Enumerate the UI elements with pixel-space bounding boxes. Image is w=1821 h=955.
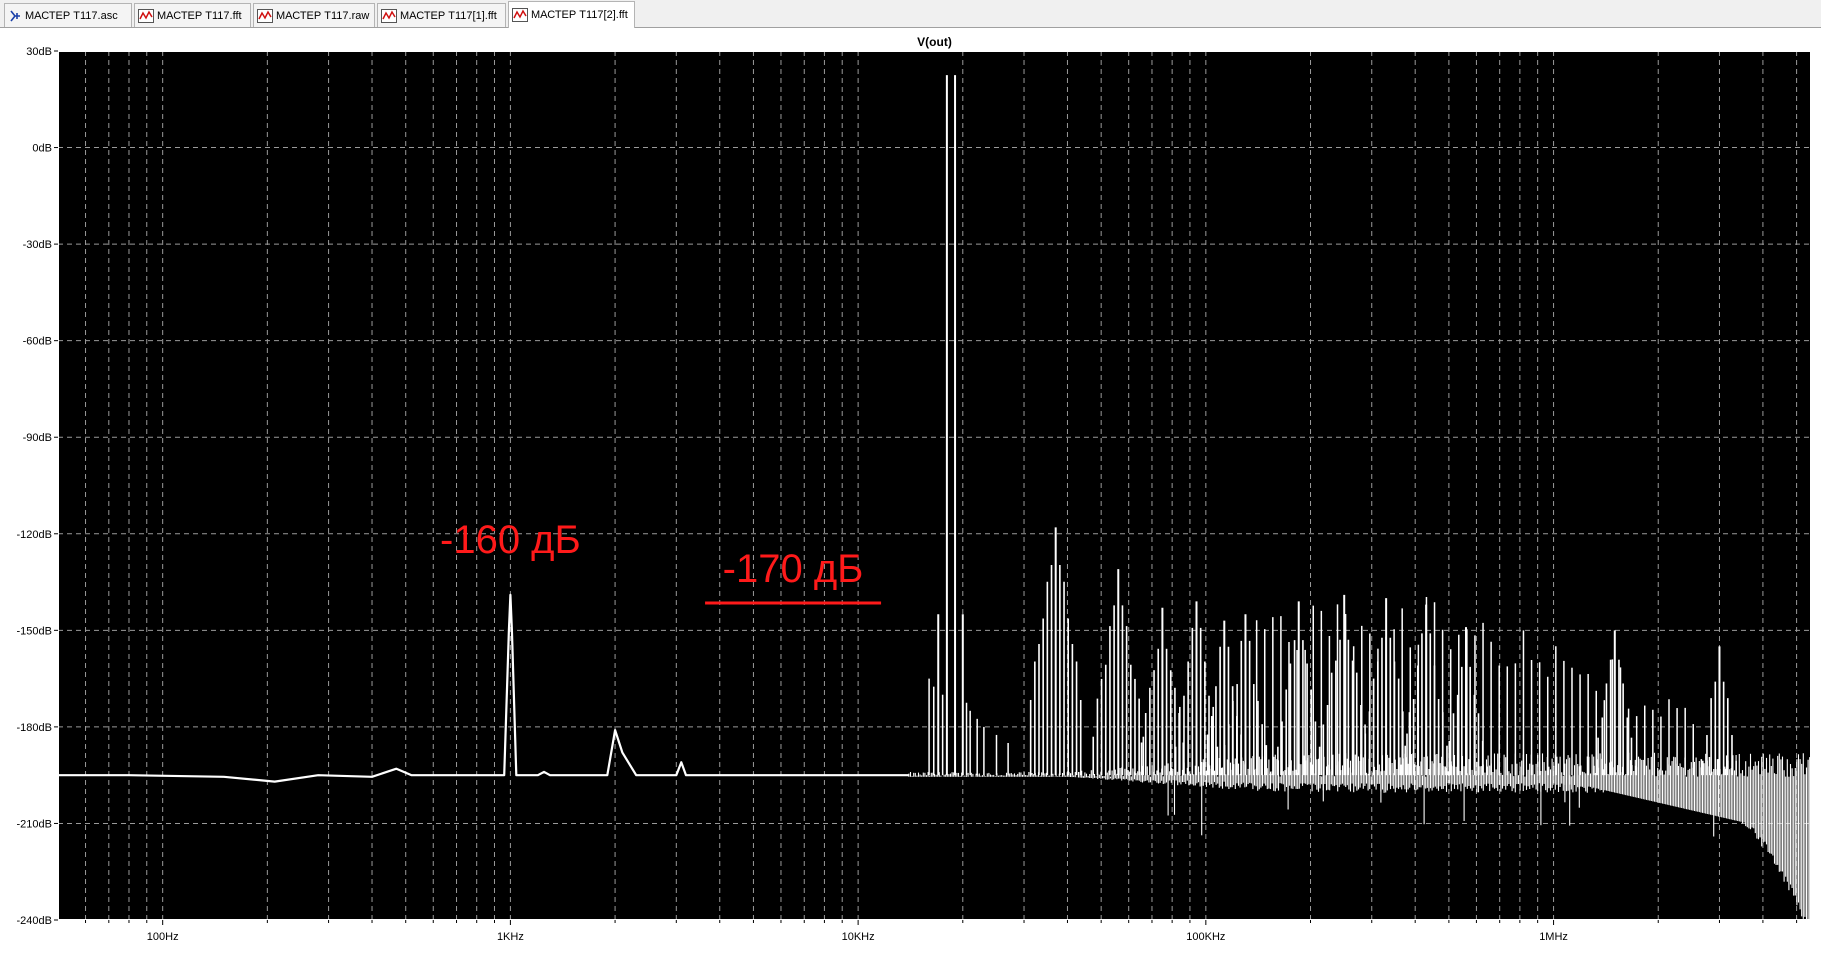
annotation-label: -170 дБ <box>723 547 864 591</box>
x-tick-label: 1KHz <box>497 931 524 943</box>
y-tick-label: -60dB <box>23 336 52 348</box>
y-tick-label: -30dB <box>23 239 52 251</box>
fft-plot[interactable]: V(out) 30dB 0dB -30dB -60dB -90dB -120dB -150d… <box>0 28 1821 950</box>
y-tick-label: 0dB <box>32 143 52 155</box>
waveform-icon <box>381 8 397 23</box>
y-tick-label: -120dB <box>17 529 52 541</box>
x-tick-label: 100KHz <box>1186 931 1225 943</box>
plot-title[interactable]: V(out) <box>917 35 952 49</box>
y-tick-label: -90dB <box>23 432 52 444</box>
tab-label: МАСТЕР Т117[1].fft <box>400 9 497 22</box>
tab-label: МАСТЕР Т117.asc <box>25 9 118 22</box>
tab-label: МАСТЕР Т117.raw <box>276 9 370 22</box>
document-tab[interactable]: МАСТЕР Т117.fft <box>134 3 251 27</box>
document-tab[interactable]: МАСТЕР Т117.asc <box>4 3 132 27</box>
x-tick-label: 100Hz <box>147 931 179 943</box>
waveform-viewer[interactable]: V(out) 30dB 0dB -30dB -60dB -90dB -120dB -150d… <box>0 28 1821 950</box>
document-tab[interactable]: МАСТЕР Т117[1].fft <box>377 3 506 27</box>
annotation-label: -160 дБ <box>440 518 581 562</box>
y-tick-label: -180dB <box>17 722 52 734</box>
waveform-icon <box>138 8 154 23</box>
waveform-icon <box>512 8 528 22</box>
tab-label: МАСТЕР Т117.fft <box>157 9 242 22</box>
tab-label: МАСТЕР Т117[2].fft <box>531 9 628 21</box>
waveform-icon <box>257 8 273 23</box>
document-tab[interactable]: МАСТЕР Т117.raw <box>253 3 375 27</box>
y-tick-label: -240dB <box>17 915 52 927</box>
plot-area[interactable] <box>58 51 1811 920</box>
x-tick-label: 10KHz <box>842 931 875 943</box>
y-tick-label: -150dB <box>17 625 52 637</box>
document-tab[interactable]: МАСТЕР Т117[2].fft <box>508 1 635 28</box>
x-tick-label: 1MHz <box>1539 931 1568 943</box>
y-tick-label: 30dB <box>26 46 52 58</box>
schematic-icon <box>8 9 22 23</box>
document-tab-bar: МАСТЕР Т117.asc МАСТЕР Т117.fft МАСТЕР Т11… <box>0 0 1821 28</box>
y-tick-label: -210dB <box>17 818 52 830</box>
